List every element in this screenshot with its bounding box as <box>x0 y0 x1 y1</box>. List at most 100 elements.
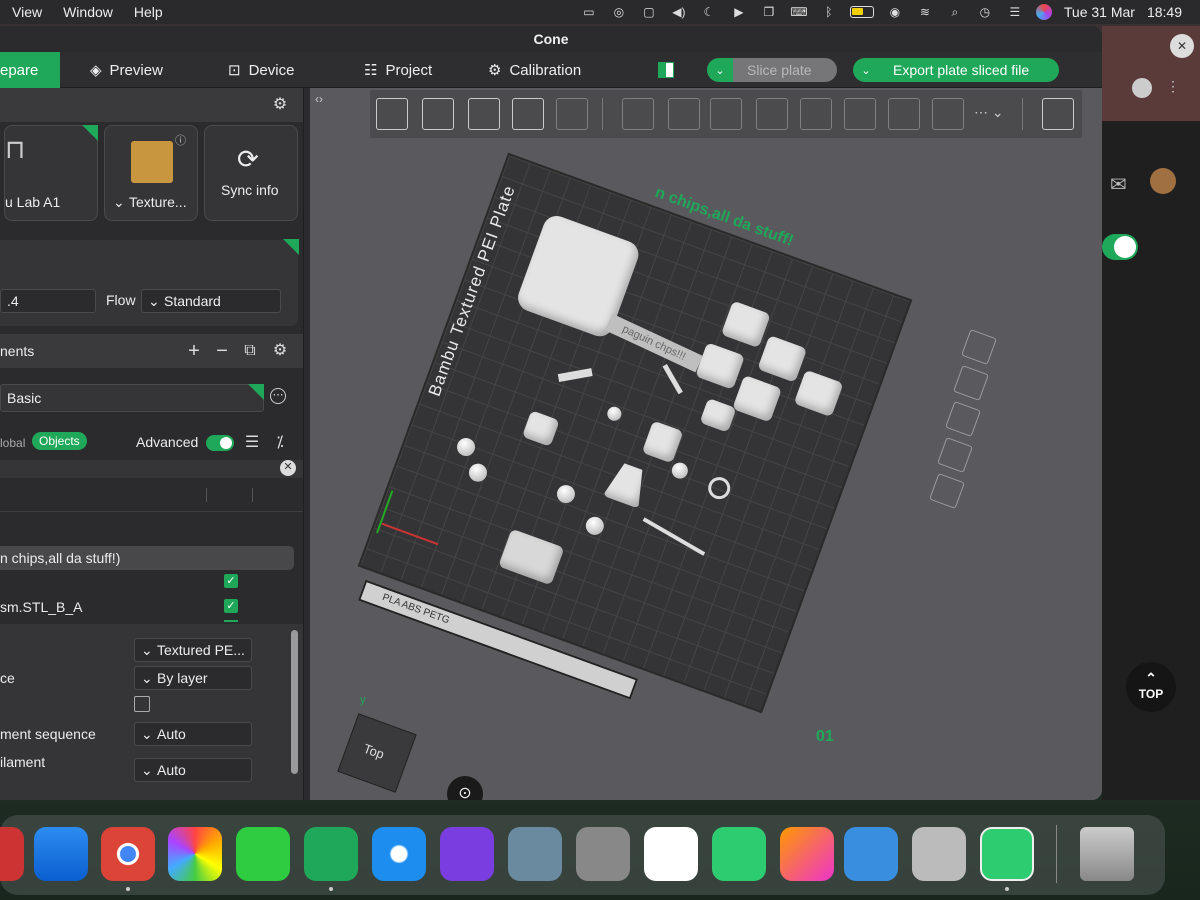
global-tab[interactable]: lobal <box>0 436 25 450</box>
close-icon[interactable]: ✕ <box>1170 34 1194 58</box>
sync-filament-icon[interactable]: ⧉ <box>240 341 260 361</box>
menu-time[interactable]: 18:49 <box>1147 4 1182 20</box>
sphere-object[interactable] <box>554 482 578 506</box>
menu-window[interactable]: Window <box>63 4 113 20</box>
layers-icon[interactable] <box>556 98 588 130</box>
cube-object[interactable] <box>641 420 684 464</box>
arrange-icon[interactable] <box>512 98 544 130</box>
play-icon[interactable]: ▶ <box>730 5 748 19</box>
small-block-object[interactable] <box>732 374 783 423</box>
collapse-panel-icon[interactable]: ‹› <box>315 92 323 106</box>
search-row[interactable]: ✕ <box>0 460 303 478</box>
cut-icon[interactable] <box>800 98 832 130</box>
dock-facetime-icon[interactable] <box>236 827 290 881</box>
dock-preview-icon[interactable] <box>508 827 562 881</box>
clear-search-icon[interactable]: ✕ <box>280 460 296 476</box>
first-layer-sequence-select[interactable]: ⌄ Auto <box>134 722 252 746</box>
menu-date[interactable]: Tue 31 Mar <box>1064 4 1135 20</box>
cone-object[interactable] <box>603 460 652 509</box>
more-icon[interactable]: ⋮ <box>1166 78 1180 95</box>
dock-screenshot-icon[interactable] <box>844 827 898 881</box>
dock-freeform-icon[interactable] <box>644 827 698 881</box>
bar-object[interactable] <box>662 364 683 395</box>
puzzle-object[interactable] <box>498 528 565 586</box>
dock-imovie-icon[interactable] <box>440 827 494 881</box>
control-center-icon[interactable]: ☰ <box>1006 5 1024 19</box>
chevron-down-icon[interactable]: ⌄ <box>853 58 879 82</box>
wifi-icon[interactable]: ≋ <box>916 5 934 19</box>
user-icon[interactable]: ◉ <box>886 5 904 19</box>
object-checkbox[interactable]: ✓ <box>224 574 238 588</box>
small-block-object[interactable] <box>757 335 808 383</box>
more-options-icon[interactable]: ⋯ <box>270 388 286 404</box>
sphere-object[interactable] <box>669 460 691 481</box>
name-tag-object[interactable]: paguin chps!!! <box>604 313 704 373</box>
avatar[interactable] <box>1132 78 1152 98</box>
seam-paint-icon[interactable] <box>932 98 964 130</box>
sync-info-card[interactable]: ⟳ Sync info <box>204 125 298 221</box>
airdrop-icon[interactable]: ◎ <box>610 5 628 19</box>
orient-plate-icon[interactable] <box>953 365 989 401</box>
clock-icon[interactable]: ◷ <box>976 5 994 19</box>
object-list-plate-row[interactable]: n chips,all da stuff!) <box>0 546 294 570</box>
flow-select[interactable]: ⌄ Standard <box>141 289 281 313</box>
cube-object[interactable] <box>521 410 560 447</box>
info-icon[interactable]: ⓘ <box>175 132 186 148</box>
tab-device[interactable]: ⊡ Device <box>228 52 294 88</box>
auto-orient-icon[interactable] <box>468 98 500 130</box>
dock-procreate-icon[interactable] <box>780 827 834 881</box>
boolean-icon[interactable] <box>844 98 876 130</box>
display-icon[interactable]: ▢ <box>640 5 658 19</box>
sphere-object[interactable] <box>583 514 607 538</box>
focus-moon-icon[interactable]: ☾ <box>700 5 718 19</box>
navigation-cube[interactable]: y Top <box>337 694 430 798</box>
gear-icon[interactable]: ⚙ <box>270 95 290 115</box>
plate-settings-icon[interactable] <box>929 473 965 509</box>
plate-type-card[interactable]: ⓘ ⌄ Texture... <box>104 125 198 221</box>
lock-plate-icon[interactable] <box>937 437 973 473</box>
support-paint-icon[interactable] <box>888 98 920 130</box>
process-preset-select[interactable]: Basic <box>0 384 264 412</box>
trash-icon[interactable] <box>1080 827 1134 881</box>
objects-tab[interactable]: Objects <box>32 432 87 450</box>
assembly-view-icon[interactable] <box>1042 98 1074 130</box>
layout-icon[interactable] <box>658 62 674 78</box>
sequence-select[interactable]: ⌄ By layer <box>134 666 252 690</box>
windows-icon[interactable]: ❐ <box>760 5 778 19</box>
battery-icon[interactable] <box>849 6 874 18</box>
dock-iphone-mirroring-icon[interactable] <box>912 827 966 881</box>
chevron-down-icon[interactable]: ⌄ <box>707 58 733 82</box>
object-list-item-row[interactable]: sm.STL_B_A ✓ <box>0 594 303 618</box>
avatar[interactable] <box>1150 168 1176 194</box>
scroll-to-top-button[interactable]: ⌃ TOP <box>1126 662 1176 712</box>
dock-photos-icon[interactable] <box>168 827 222 881</box>
gun-object[interactable] <box>557 368 593 382</box>
keyboard-icon[interactable]: ⌨ <box>790 5 808 19</box>
object-checkbox[interactable]: ✓ <box>224 599 238 613</box>
dock-screen-sharing-icon[interactable] <box>980 827 1034 881</box>
screenshot-button[interactable]: ⊙ <box>447 776 483 800</box>
more-tools-icon[interactable]: ⋯ ⌄ <box>974 104 1004 121</box>
move-icon[interactable] <box>622 98 654 130</box>
menu-help[interactable]: Help <box>134 4 163 20</box>
dock-findmy-icon[interactable] <box>712 827 766 881</box>
sphere-object[interactable] <box>605 404 624 423</box>
mail-icon[interactable]: ✉ <box>1110 172 1127 197</box>
slice-plate-button[interactable]: ⌄ Slice plate <box>707 58 837 82</box>
menu-view[interactable]: View <box>12 4 42 20</box>
tab-project[interactable]: ☷ Project <box>364 52 432 88</box>
lay-on-face-icon[interactable] <box>756 98 788 130</box>
dock-safari-icon[interactable] <box>372 827 426 881</box>
tab-preview[interactable]: ◈ Preview <box>90 52 163 88</box>
dock-settings-icon[interactable] <box>576 827 630 881</box>
sphere-object[interactable] <box>454 435 478 459</box>
bluetooth-icon[interactable]: ᛒ <box>820 5 838 19</box>
delete-plate-icon[interactable] <box>961 329 997 365</box>
add-object-icon[interactable] <box>376 98 408 130</box>
arrange-plate-icon[interactable] <box>945 401 981 437</box>
cube-object[interactable] <box>699 397 737 433</box>
scale-icon[interactable] <box>710 98 742 130</box>
small-block-object[interactable] <box>720 300 771 349</box>
gear-icon[interactable]: ⚙ <box>270 341 290 361</box>
dock-chrome-icon[interactable] <box>101 827 155 881</box>
